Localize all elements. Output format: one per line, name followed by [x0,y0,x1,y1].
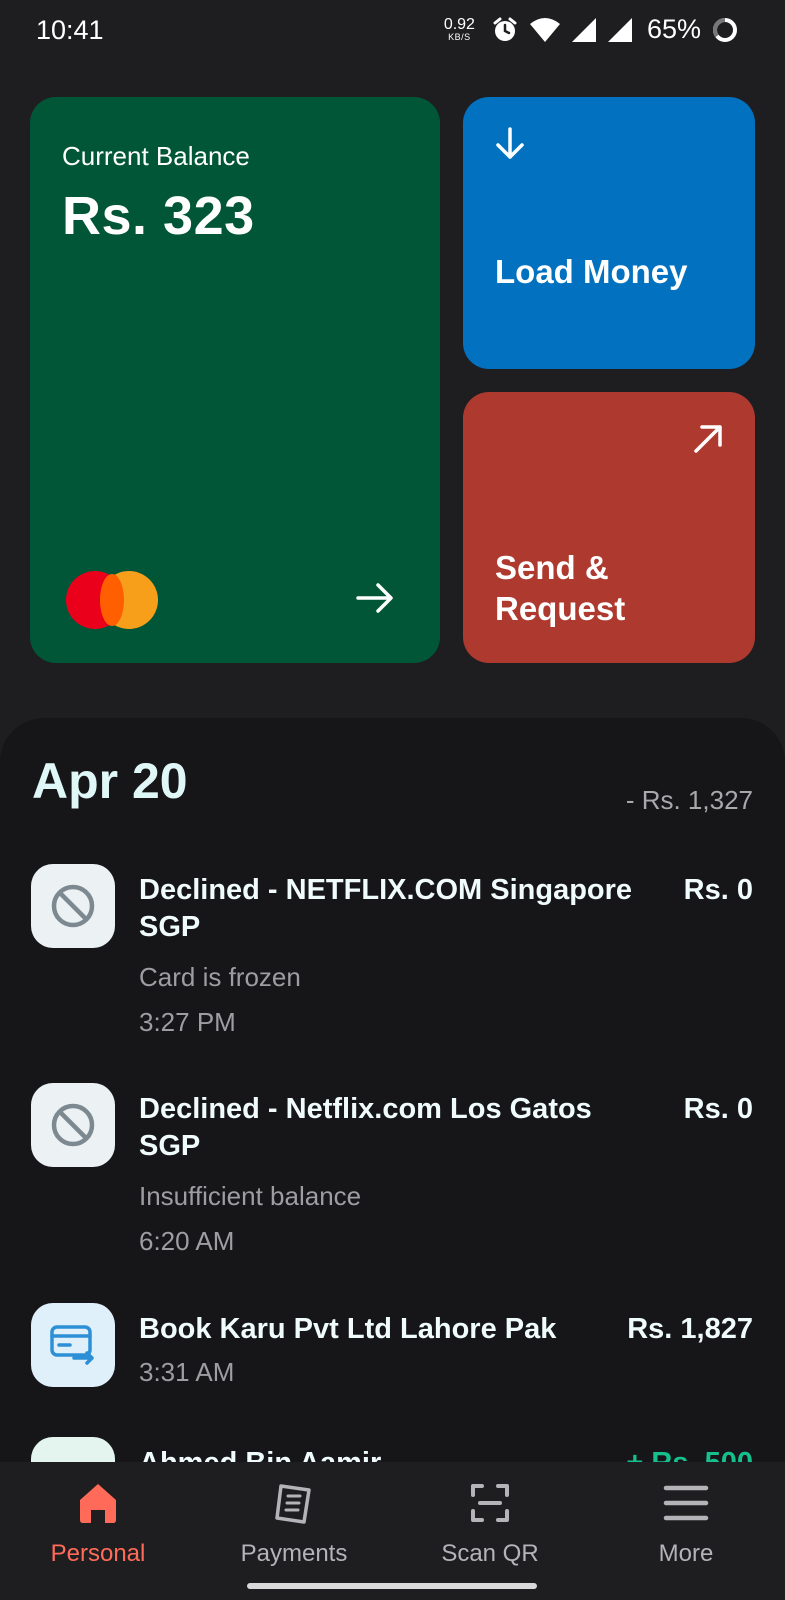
balance-value: Rs. 323 [62,186,255,246]
network-speed-unit: KB/S [448,32,471,42]
balance-label: Current Balance [62,141,250,171]
transaction-row[interactable]: Book Karu Pvt Ltd Lahore Pak Rs. 1,827 3… [0,1303,785,1403]
transaction-amount: Rs. 1,827 [627,1313,753,1345]
transaction-time: 6:20 AM [139,1226,235,1256]
network-speed: 0.92 KB/S [444,17,475,42]
home-icon [80,1484,116,1523]
alarm-icon [493,17,517,41]
load-money-label: Load Money [495,253,688,290]
transaction-row[interactable]: Declined - NETFLIX.COM Singapore SGP Rs.… [0,864,785,1037]
card-transfer-icon [31,1303,115,1387]
signal-icon [571,17,596,42]
nav-label: Payments [240,1540,348,1567]
send-request-button[interactable]: Send & Request [463,392,755,663]
transaction-amount: Rs. 0 [683,874,753,906]
signal-icon [607,17,632,42]
date-total: - Rs. 1,327 [625,785,753,815]
network-speed-value: 0.92 [443,16,475,33]
blocked-icon [31,864,115,948]
send-request-label: Send & Request [495,549,626,627]
balance-card[interactable]: Current Balance Rs. 323 [30,97,440,663]
nav-scan-qr[interactable]: Scan QR [392,1480,588,1568]
status-time: 10:41 [36,15,104,45]
bottom-nav: Personal Payments Scan QR More [0,1462,785,1600]
nav-label: More [658,1540,714,1567]
transaction-amount: Rs. 0 [683,1093,753,1125]
load-money-button[interactable]: Load Money [463,97,755,369]
mastercard-logo [66,571,158,629]
nav-label: Scan QR [441,1540,539,1567]
nav-personal[interactable]: Personal [0,1480,196,1568]
receipt-icon [275,1484,311,1524]
nav-label: Personal [50,1540,146,1567]
nav-payments[interactable]: Payments [196,1480,392,1568]
battery-percent: 65% [646,14,701,44]
home-indicator[interactable] [247,1583,537,1589]
scan-qr-icon [471,1484,509,1522]
blocked-icon [31,1083,115,1167]
arrow-up-right-icon [694,425,722,453]
transaction-title: Declined - Netflix.com Los Gatos SGP [139,1093,592,1162]
nav-more[interactable]: More [588,1480,784,1568]
transaction-title: Declined - NETFLIX.COM Singapore SGP [139,874,633,943]
transaction-title: Book Karu Pvt Ltd Lahore Pak [139,1313,557,1345]
transaction-time: 3:31 AM [139,1357,235,1387]
transaction-time: 3:27 PM [139,1007,236,1037]
arrow-down-icon [496,127,524,159]
arrow-right-icon[interactable] [354,577,396,619]
transaction-note: Insufficient balance [139,1181,362,1211]
battery-icon [713,17,737,42]
status-icons: 0.92 KB/S 65% [444,14,739,45]
menu-icon [663,1485,709,1521]
date-heading: Apr 20 [32,753,188,809]
status-bar: 10:41 0.92 KB/S 65% [0,0,785,60]
transaction-note: Card is frozen [139,962,301,992]
transaction-row[interactable]: Declined - Netflix.com Los Gatos SGP Rs.… [0,1083,785,1256]
wifi-icon [529,17,560,42]
